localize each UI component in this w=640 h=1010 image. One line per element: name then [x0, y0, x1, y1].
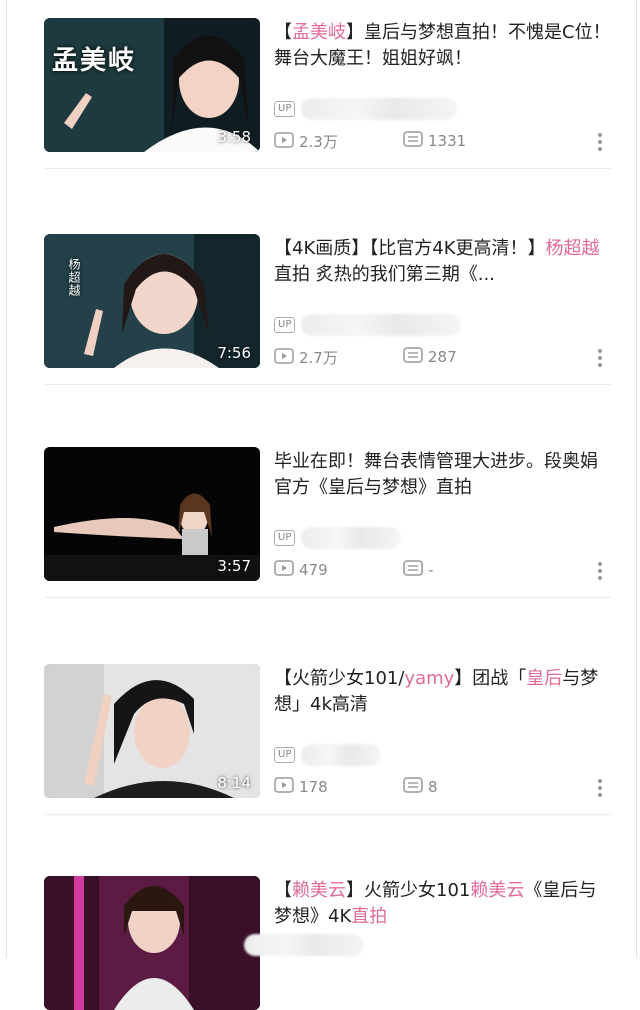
- comment-count: 287: [403, 347, 457, 367]
- title-text: 【: [274, 22, 292, 43]
- play-count-icon: [274, 777, 294, 797]
- left-edge-line: [6, 0, 7, 958]
- title-text: 【4K画质】【比官方4K更高清！】: [274, 238, 546, 259]
- title-highlight: yamy: [404, 668, 455, 689]
- title-highlight: 赖美云: [470, 880, 525, 901]
- video-duration: 3:58: [217, 128, 251, 146]
- comment-count-text: 287: [428, 348, 457, 366]
- more-vertical-icon[interactable]: [598, 559, 602, 583]
- title-text: 【火箭少女101/: [274, 668, 405, 689]
- comment-count-icon: [403, 777, 423, 797]
- uploader-name-blurred: [301, 314, 462, 336]
- play-count-icon: [274, 560, 294, 580]
- up-badge: UP: [274, 530, 296, 546]
- video-thumbnail[interactable]: 8:14: [44, 664, 260, 798]
- view-count-text: 2.3万: [299, 133, 338, 151]
- uploader-row[interactable]: [238, 934, 364, 956]
- thumbnail-caption: 杨超越: [67, 258, 81, 297]
- play-count-icon: [274, 131, 294, 152]
- uploader-name-blurred: [301, 527, 402, 549]
- comment-count-icon: [403, 560, 423, 580]
- view-count: 479: [274, 560, 328, 580]
- title-text: 直拍 炙热的我们第三期《...: [274, 264, 495, 285]
- title-highlight: 皇后: [526, 668, 563, 689]
- more-vertical-icon[interactable]: [598, 130, 602, 154]
- up-badge: UP: [274, 101, 296, 117]
- view-count: 2.3万: [274, 131, 338, 152]
- video-title[interactable]: 【4K画质】【比官方4K更高清！】杨超越直拍 炙热的我们第三期《...: [274, 236, 612, 288]
- comment-count-text: 1331: [428, 132, 467, 150]
- video-title[interactable]: 毕业在即！舞台表情管理大进步。段奥娟官方《皇后与梦想》直拍: [274, 449, 612, 501]
- title-text: 毕业在即！舞台表情管理大进步。段奥娟官方《皇后与梦想》直拍: [274, 451, 598, 498]
- title-highlight: 赖美云: [292, 880, 346, 901]
- uploader-name-blurred: [301, 744, 382, 766]
- video-duration: 8:14: [217, 774, 251, 792]
- up-badge: UP: [274, 317, 296, 333]
- list-divider: [44, 168, 612, 169]
- uploader-name-blurred: [301, 98, 458, 120]
- list-divider: [44, 814, 612, 815]
- uploader-row[interactable]: UP: [274, 98, 458, 120]
- uploader-row[interactable]: UP: [274, 744, 382, 766]
- comment-count-text: 8: [428, 778, 438, 796]
- title-highlight: 直拍: [351, 906, 388, 927]
- video-duration: 7:56: [217, 344, 251, 362]
- video-title[interactable]: 【孟美岐】皇后与梦想直拍！不愧是C位！舞台大魔王！姐姐好飒！: [274, 20, 612, 72]
- video-title[interactable]: 【赖美云】火箭少女101赖美云《皇后与梦想》4K直拍: [274, 878, 612, 930]
- list-divider: [44, 597, 612, 598]
- play-count-icon: [274, 347, 294, 368]
- view-count-text: 479: [299, 561, 328, 579]
- thumbnail-caption: 孟美岐: [52, 46, 137, 76]
- video-title[interactable]: 【火箭少女101/yamy】团战「皇后与梦想」4k高清: [274, 666, 612, 718]
- video-thumbnail[interactable]: 3:57: [44, 447, 260, 581]
- comment-count: -: [403, 560, 433, 580]
- uploader-row[interactable]: UP: [274, 527, 402, 549]
- view-count: 178: [274, 777, 328, 797]
- video-duration: 3:57: [217, 557, 251, 575]
- view-count: 2.7万: [274, 347, 338, 368]
- title-text: 】火箭少女101: [346, 880, 471, 901]
- right-edge-line: [636, 0, 637, 958]
- comment-count-text: -: [428, 561, 434, 579]
- title-text: 】团战「: [454, 668, 527, 689]
- view-count-text: 178: [299, 778, 328, 796]
- comment-count-icon: [403, 347, 423, 367]
- more-vertical-icon[interactable]: [598, 346, 602, 370]
- uploader-name-blurred: [244, 934, 364, 956]
- title-highlight: 孟美岐: [292, 22, 346, 43]
- video-thumbnail[interactable]: [44, 876, 260, 1010]
- uploader-row[interactable]: UP: [274, 314, 462, 336]
- comment-count: 8: [403, 777, 438, 797]
- comment-count: 1331: [403, 131, 466, 151]
- video-thumbnail[interactable]: 孟美岐 3:58: [44, 18, 260, 152]
- comment-count-icon: [403, 131, 423, 151]
- up-badge: UP: [274, 747, 296, 763]
- more-vertical-icon[interactable]: [598, 776, 602, 800]
- list-divider: [44, 384, 612, 385]
- view-count-text: 2.7万: [299, 349, 338, 367]
- title-highlight: 杨超越: [545, 238, 600, 259]
- video-thumbnail[interactable]: 杨超越 7:56: [44, 234, 260, 368]
- title-text: 【: [274, 880, 292, 901]
- thumbnail-image: [44, 876, 260, 1010]
